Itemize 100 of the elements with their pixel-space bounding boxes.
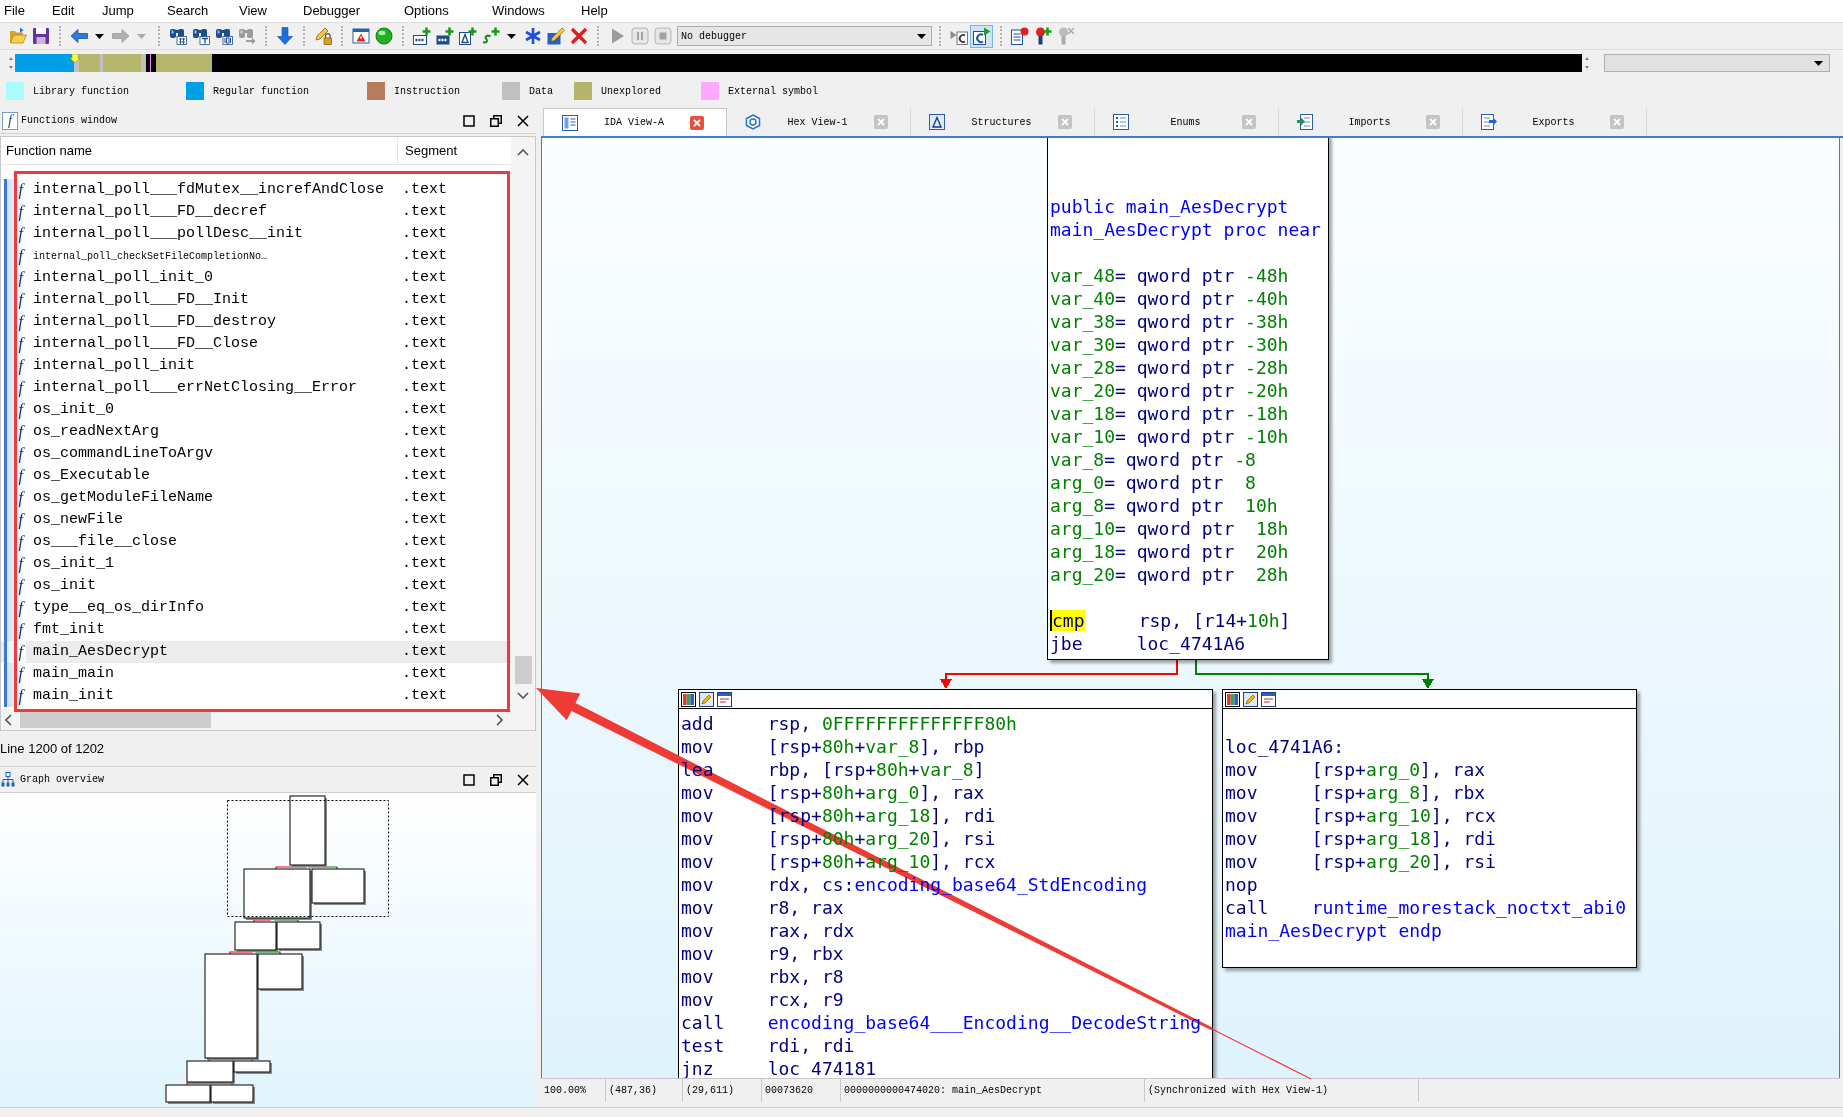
code-line: var_8= qword ptr -8 (1050, 448, 1256, 471)
code-line: main_AesDecrypt endp (1225, 919, 1442, 942)
viewport-frame[interactable] (227, 800, 389, 917)
segment-label: .text (402, 509, 447, 530)
code-line: cmp rsp, [r14+10h] (1050, 609, 1291, 632)
pencil-icon[interactable] (1243, 691, 1258, 707)
caret-icon[interactable] (507, 33, 516, 39)
menu-item[interactable]: Debugger (303, 3, 361, 19)
code-line: test rdi, rdi (681, 1034, 855, 1057)
column-header[interactable]: Function name (6, 140, 92, 161)
graph-node-thumbnail (165, 1084, 212, 1104)
caret-icon[interactable] (95, 33, 104, 39)
legend-label: Regular function (213, 84, 309, 99)
menu-item[interactable]: Options (404, 3, 449, 19)
palette-icon[interactable] (1225, 691, 1240, 707)
caret-icon[interactable] (917, 33, 926, 39)
maximize-icon[interactable] (463, 114, 475, 127)
code-block-node[interactable]: loc_4741A6: mov [rsp+arg_0], rax mov [rsp+arg_8], rbx mov [rsp+arg_10], rcx mov [rsp+arg_18], rdi mov [rsp+arg_20], rsi nop call runtime_morestack_noctxt_abi0 main_AesDecrypt endp (1222, 689, 1637, 968)
function-row[interactable]: f main_init .text (1, 685, 511, 707)
status-text: (29,611) (686, 1084, 734, 1098)
code-line: jnz loc_474181 (681, 1057, 877, 1078)
hexagon-icon (745, 114, 761, 130)
function-name: fmt_init (33, 619, 105, 640)
menu-item[interactable]: File (4, 3, 25, 19)
vertical-scrollbar[interactable] (511, 137, 535, 709)
function-name: internal_poll___FD__Init (33, 289, 250, 310)
menu-item[interactable]: Edit (52, 3, 75, 19)
navigation-band-drawing[interactable] (8, 54, 1590, 72)
segment-label: .text (402, 333, 447, 354)
code-line: var_38= qword ptr -38h (1050, 310, 1289, 333)
function-name: internal_poll_init (33, 355, 196, 376)
tab[interactable]: IDA View-A (543, 108, 727, 136)
function-name: os_init (33, 575, 96, 596)
segment-label: .text (402, 377, 447, 398)
status-text: 100.00% (544, 1084, 586, 1098)
branch-edge (253, 917, 271, 923)
graph-window-icon[interactable] (1261, 691, 1276, 707)
code-line: call runtime_morestack_noctxt_abi0 (1225, 896, 1626, 919)
chevron-left-icon[interactable] (5, 713, 12, 726)
graph-node-thumbnail (210, 1084, 255, 1104)
segment-label: .text (402, 223, 447, 244)
code-line: var_20= qword ptr -20h (1050, 379, 1289, 402)
segment-label: .text (402, 421, 447, 442)
function-name: type__eq_os_dirInfo (33, 597, 205, 618)
segment-label: .text (402, 619, 447, 640)
restore-icon[interactable] (490, 114, 502, 127)
code-line: arg_20= qword ptr 28h (1050, 563, 1289, 586)
code-block-node[interactable] (1047, 138, 1329, 660)
chevron-right-icon[interactable] (496, 713, 503, 726)
code-line: mov [rsp+arg_10], rcx (1225, 804, 1496, 827)
status-text: (487,36) (609, 1084, 657, 1098)
panel-title: Graph overview (20, 773, 104, 787)
segment-label: .text (402, 575, 447, 596)
chevron-down-icon[interactable] (517, 692, 529, 699)
pencil-icon[interactable] (699, 691, 714, 707)
segment-label: .text (402, 487, 447, 508)
code-line: var_30= qword ptr -30h (1050, 333, 1289, 356)
close-icon[interactable] (517, 114, 529, 127)
menu-item[interactable]: Help (581, 3, 608, 19)
close-icon[interactable] (517, 773, 529, 786)
code-line: call encoding_base64___Encoding__DecodeString (681, 1011, 1202, 1034)
code-line: jbe loc_4741A6 (1050, 632, 1246, 655)
code-line: var_48= qword ptr -48h (1050, 264, 1289, 287)
debugger-select[interactable]: No debugger (677, 26, 932, 46)
caret-icon[interactable] (1814, 60, 1823, 66)
hierarchy-icon (1, 772, 15, 787)
segment-label: .text (402, 531, 447, 552)
segment-label: .text (402, 465, 447, 486)
restore-icon[interactable] (490, 773, 502, 786)
function-name: os_getModuleFileName (33, 487, 214, 508)
segment-label: .text (402, 201, 447, 222)
code-line: arg_10= qword ptr 18h (1050, 517, 1289, 540)
menu-item[interactable]: Windows (492, 3, 545, 19)
function-name: internal_poll___FD__Close (33, 333, 259, 354)
function-name: internal_poll___pollDesc__init (33, 223, 304, 244)
code-line: var_40= qword ptr -40h (1050, 287, 1289, 310)
menu-item[interactable]: Search (167, 3, 209, 19)
graph-window-icon[interactable] (717, 691, 732, 707)
menu-item[interactable]: View (239, 3, 267, 19)
segment-label: .text (402, 685, 447, 706)
function-name: os___file__close (33, 531, 178, 552)
segment-label: .text (402, 245, 447, 266)
segment-label: .text (402, 663, 447, 684)
code-line: mov [rsp+arg_20], rsi (1225, 850, 1496, 873)
palette-icon[interactable] (681, 691, 696, 707)
code-line: add rsp, 0FFFFFFFFFFFFFF80h (681, 712, 1017, 735)
function-name: os_commandLineToArgv (33, 443, 214, 464)
menu-item[interactable]: Jump (102, 3, 134, 19)
branch-edge (255, 949, 281, 955)
scrollbar-thumb[interactable] (514, 656, 532, 684)
chevron-up-icon[interactable] (517, 149, 529, 156)
legend-label: Library function (33, 84, 129, 99)
column-header[interactable]: Segment (405, 140, 458, 161)
maximize-icon[interactable] (463, 773, 475, 786)
status-text: 0000000000474020: main_AesDecrypt (844, 1084, 1043, 1098)
function-name: internal_poll_checkSetFileCompletionNo… (33, 249, 268, 264)
code-line: public main_AesDecrypt (1050, 195, 1289, 218)
code-block-node[interactable] (678, 689, 1213, 1078)
function-row[interactable]: f main_AesDecrypt .text (1, 641, 511, 663)
code-line: arg_8= qword ptr 10h (1050, 494, 1278, 517)
